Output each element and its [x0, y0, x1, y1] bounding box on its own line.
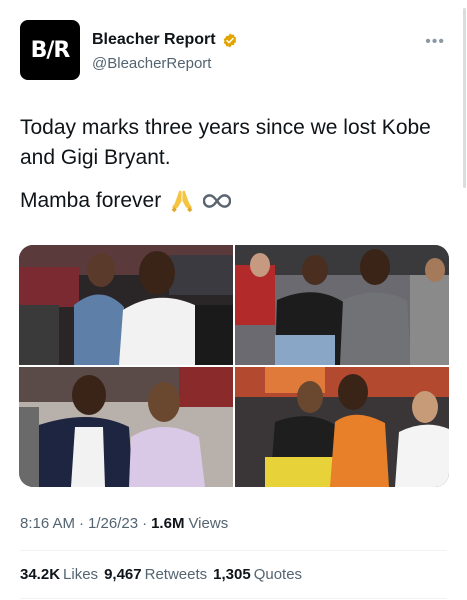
tweet-date[interactable]: 1/26/23 — [88, 515, 138, 532]
photo-3-image — [19, 367, 233, 487]
tweet-text-line2: Mamba forever — [20, 186, 450, 216]
retweets-stat[interactable]: 9,467 Retweets — [104, 566, 207, 583]
tweet-card: B/R Bleacher Report @BleacherReport ••• … — [0, 0, 467, 600]
meta-separator: · — [142, 515, 148, 532]
tweet-meta: 8:16 AM · 1/26/23 · 1.6M Views — [20, 515, 228, 532]
quotes-count: 1,305 — [213, 566, 251, 583]
photo-1-image — [19, 245, 233, 365]
photo-4[interactable] — [235, 367, 449, 487]
tweet-text-line1: Today marks three years since we lost Ko… — [20, 116, 431, 169]
more-options-icon[interactable]: ••• — [425, 34, 445, 50]
tweet-stats: 34.2K Likes 9,467 Retweets 1,305 Quotes — [20, 566, 302, 583]
avatar[interactable]: B/R — [20, 20, 80, 80]
likes-count: 34.2K — [20, 566, 61, 583]
infinity-icon — [203, 193, 232, 209]
folded-hands-icon — [169, 188, 195, 214]
photo-1[interactable] — [19, 245, 233, 365]
scrollbar-thumb[interactable] — [463, 8, 466, 188]
media-grid — [19, 245, 449, 487]
retweets-count: 9,467 — [104, 566, 142, 583]
photo-3[interactable] — [19, 367, 233, 487]
author-name-row: Bleacher Report — [92, 31, 238, 49]
views-count: 1.6M — [151, 515, 185, 532]
meta-separator: · — [79, 515, 85, 532]
tweet-text-mamba: Mamba forever — [20, 189, 162, 212]
display-name[interactable]: Bleacher Report — [92, 31, 216, 49]
views-label: Views — [188, 515, 229, 532]
photo-2[interactable] — [235, 245, 449, 365]
author-handle[interactable]: @BleacherReport — [92, 55, 211, 72]
photo-4-image — [235, 367, 449, 487]
retweets-label: Retweets — [144, 566, 208, 583]
quotes-label: Quotes — [253, 566, 303, 583]
divider — [20, 598, 447, 599]
photo-2-image — [235, 245, 449, 365]
quotes-stat[interactable]: 1,305 Quotes — [213, 566, 302, 583]
likes-stat[interactable]: 34.2K Likes — [20, 566, 98, 583]
likes-label: Likes — [63, 566, 99, 583]
avatar-logo-text: B/R — [30, 37, 71, 63]
divider — [20, 550, 447, 551]
verified-badge-icon — [222, 32, 238, 48]
tweet-time[interactable]: 8:16 AM — [20, 515, 75, 532]
